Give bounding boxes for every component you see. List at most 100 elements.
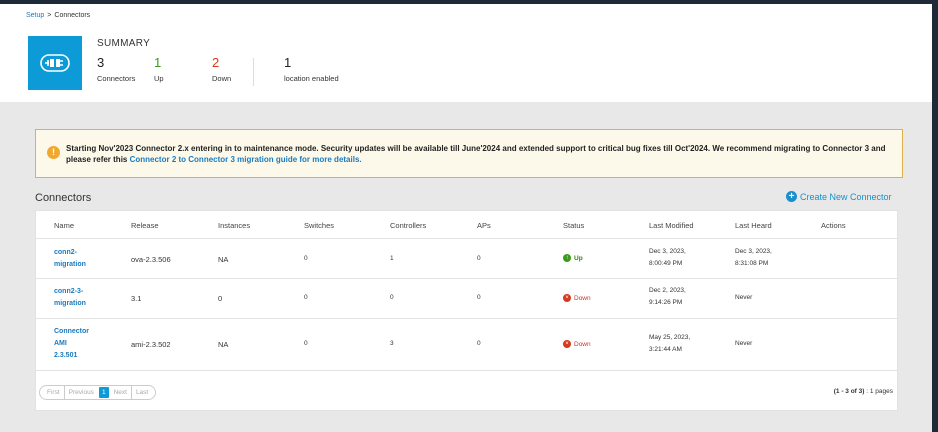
table-header: Name Release Instances Switches Controll…	[36, 211, 897, 239]
instances-cell: NA	[218, 255, 229, 264]
stat-down-label: Down	[212, 74, 232, 83]
last-modified-date: Dec 2, 2023,	[649, 287, 686, 294]
last-modified-time: 8:00:49 PM	[649, 260, 683, 267]
status-label: Down	[574, 294, 591, 302]
column-header-last-modified[interactable]: Last Modified	[649, 221, 694, 230]
last-heard-date: Dec 3, 2023,	[735, 248, 772, 255]
column-header-last-heard[interactable]: Last Heard	[735, 221, 772, 230]
instances-cell: NA	[218, 340, 229, 349]
pagination: First Previous 1 Next Last	[39, 385, 157, 400]
alert-text: Starting Nov'2023 Connector 2.x entering…	[66, 143, 886, 165]
status-down-icon: ×	[563, 294, 571, 302]
pagination-current-page[interactable]: 1	[98, 387, 109, 398]
stat-down: 2 Down	[212, 55, 231, 83]
aps-cell: 0	[477, 340, 481, 347]
status-label: Down	[574, 340, 591, 348]
controllers-cell: 3	[390, 340, 394, 347]
instances-cell: 0	[218, 294, 223, 303]
pagination-pages: : 1 pages	[866, 388, 893, 395]
column-header-controllers[interactable]: Controllers	[390, 221, 426, 230]
stat-up: 1 Up	[154, 55, 164, 83]
breadcrumb: Setup > Connectors	[26, 12, 90, 19]
stat-down-value: 2	[212, 55, 220, 70]
pagination-range: (1 - 3 of 3)	[833, 388, 865, 395]
connector-name-line: Connector	[54, 328, 89, 335]
last-modified-time: 9:14:26 PM	[649, 299, 683, 306]
stat-location: 1 location enabled	[284, 55, 339, 83]
last-modified-cell: Dec 2, 2023, 9:14:26 PM	[649, 285, 686, 309]
connector-name-line: conn2-	[54, 249, 77, 256]
column-header-switches[interactable]: Switches	[304, 221, 334, 230]
create-new-connector-label: Create New Connector	[800, 191, 892, 202]
column-header-status[interactable]: Status	[563, 221, 584, 230]
column-header-instances[interactable]: Instances	[218, 221, 250, 230]
connector-name-line: AMI	[54, 340, 67, 347]
stat-up-value: 1	[154, 55, 162, 70]
last-heard-cell: Dec 3, 2023, 8:31:08 PM	[735, 246, 772, 270]
table-row: Connector AMI 2.3.501 ami-2.3.502 NA 0 3…	[36, 319, 897, 371]
stat-connectors-label: Connectors	[97, 74, 136, 83]
stat-divider	[253, 58, 254, 86]
pagination-previous[interactable]: Previous	[69, 389, 94, 396]
connector-name-line: 2.3.501	[54, 352, 78, 359]
pagination-next[interactable]: Next	[114, 389, 127, 396]
release-cell: ova-2.3.506	[131, 255, 171, 264]
pagination-divider	[63, 385, 65, 400]
column-header-release[interactable]: Release	[131, 221, 159, 230]
release-cell: 3.1	[131, 294, 142, 303]
last-modified-time: 3:21:44 AM	[649, 346, 682, 353]
table-row: conn2- migration ova-2.3.506 NA 0 1 0 ↑ …	[36, 239, 897, 279]
pagination-divider	[130, 385, 132, 400]
pagination-last[interactable]: Last	[136, 389, 148, 396]
last-modified-date: Dec 3, 2023,	[649, 248, 686, 255]
stat-up-label: Up	[154, 74, 164, 83]
status-label: Up	[574, 254, 583, 262]
connector-name-link[interactable]: conn2- migration	[54, 247, 86, 271]
breadcrumb-setup-link[interactable]: Setup	[26, 12, 44, 19]
switches-cell: 0	[304, 255, 308, 262]
right-edge	[932, 0, 938, 432]
connector-plug-icon	[28, 36, 82, 90]
pagination-first[interactable]: First	[47, 389, 60, 396]
connector-name-line: conn2-3-	[54, 288, 84, 295]
last-modified-date: May 25, 2023,	[649, 334, 691, 341]
breadcrumb-separator: >	[47, 12, 52, 19]
switches-cell: 0	[304, 294, 308, 301]
column-header-aps[interactable]: APs	[477, 221, 491, 230]
aps-cell: 0	[477, 255, 481, 262]
switches-cell: 0	[304, 340, 308, 347]
status-up-icon: ↑	[563, 254, 571, 262]
connector-name-link[interactable]: conn2-3- migration	[54, 286, 86, 310]
table-row: conn2-3- migration 3.1 0 0 0 0 × Down De…	[36, 279, 897, 319]
stat-connectors: 3 Connectors	[97, 55, 135, 83]
connectors-section-title: Connectors	[35, 192, 92, 204]
last-modified-cell: Dec 3, 2023, 8:00:49 PM	[649, 246, 686, 270]
status-down-icon: ×	[563, 340, 571, 348]
create-new-connector-button[interactable]: + Create New Connector	[786, 191, 892, 202]
warning-icon: !	[47, 146, 60, 159]
connector-name-line: migration	[54, 300, 86, 307]
migration-guide-link[interactable]: Connector 2 to Connector 3 migration gui…	[130, 155, 362, 164]
release-cell: ami-2.3.502	[131, 340, 171, 349]
status-badge: × Down	[563, 294, 591, 302]
maintenance-alert: ! Starting Nov'2023 Connector 2.x enteri…	[35, 129, 903, 178]
controllers-cell: 0	[390, 294, 394, 301]
last-heard-time: 8:31:08 PM	[735, 260, 769, 267]
pagination-info: (1 - 3 of 3) : 1 pages	[834, 388, 893, 395]
connector-name-link[interactable]: Connector AMI 2.3.501	[54, 326, 89, 362]
header: Setup > Connectors SUMMARY 3 Connectors 1 …	[0, 4, 932, 102]
last-heard-cell: Never	[735, 340, 753, 347]
summary-title: SUMMARY	[97, 38, 151, 49]
connectors-table: Name Release Instances Switches Controll…	[35, 210, 898, 411]
stat-connectors-value: 3	[97, 55, 105, 70]
connector-name-line: migration	[54, 261, 86, 268]
aps-cell: 0	[477, 294, 481, 301]
breadcrumb-current: Connectors	[54, 12, 91, 19]
column-header-name[interactable]: Name	[54, 221, 74, 230]
status-badge: × Down	[563, 340, 591, 348]
last-heard-cell: Never	[735, 294, 753, 301]
status-badge: ↑ Up	[563, 254, 583, 262]
last-modified-cell: May 25, 2023, 3:21:44 AM	[649, 332, 690, 356]
controllers-cell: 1	[390, 255, 394, 262]
stat-location-value: 1	[284, 55, 292, 70]
